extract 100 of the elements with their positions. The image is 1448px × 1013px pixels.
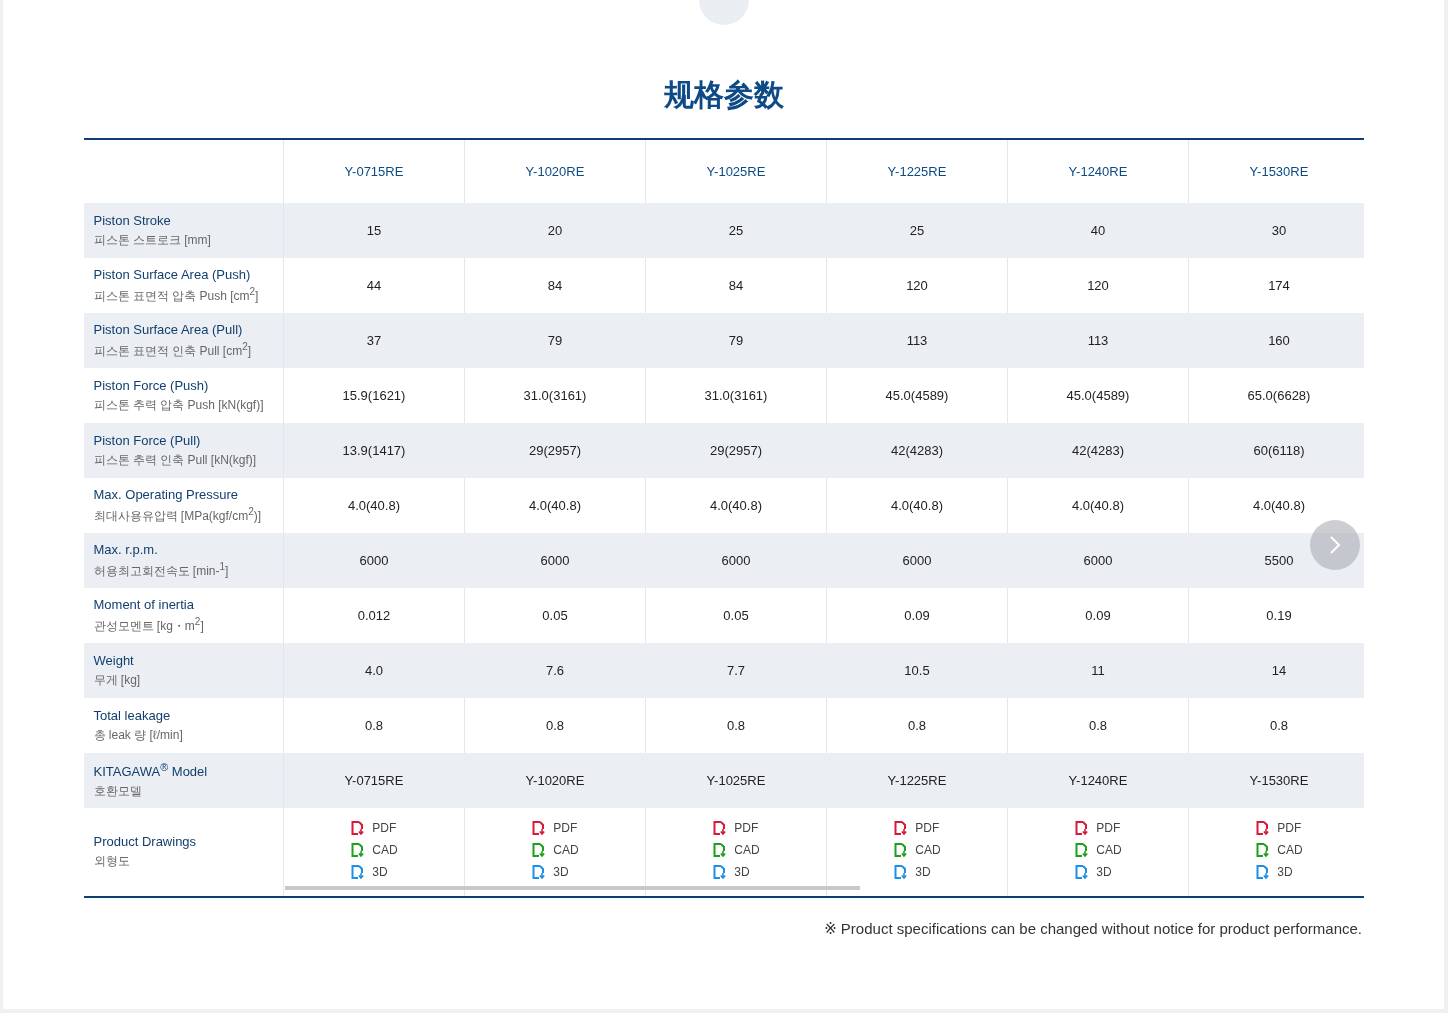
- table-cell: 29(2957): [528, 443, 581, 458]
- table-cell: 0.05: [542, 608, 568, 623]
- table-cell: 0.012: [357, 608, 391, 623]
- table-cell: 4.0: [364, 663, 384, 678]
- file-download-link[interactable]: PDF: [1255, 820, 1302, 836]
- table-cell: 0.8: [726, 718, 746, 733]
- table-cell: 25: [909, 223, 925, 238]
- table-cell: Y-1225RE: [887, 773, 947, 788]
- row-label: KITAGAWA$^{®}$ Model: [93, 760, 208, 780]
- file-download-link[interactable]: 3D: [712, 864, 750, 880]
- table-cell: 5500: [1264, 553, 1294, 568]
- table-cell: 60(6118): [1253, 443, 1305, 458]
- table-cell: 30: [1271, 223, 1287, 238]
- file-download-link[interactable]: 3D: [350, 864, 388, 880]
- table-cell: 6000: [540, 553, 570, 568]
- table-cell: 0.19: [1266, 608, 1292, 623]
- file-download-link[interactable]: CAD: [1074, 842, 1122, 858]
- table-cell: 0.09: [904, 608, 930, 623]
- table-cell: 29(2957): [709, 443, 762, 458]
- table-cell: 14: [1271, 663, 1287, 678]
- table-cell: 4.0(40.8): [528, 498, 581, 513]
- table-cell: 44: [366, 278, 382, 293]
- table-cell: Y-0715RE: [344, 773, 404, 788]
- table-cell: 42(4283): [1071, 443, 1124, 458]
- file-download-link[interactable]: PDF: [1074, 820, 1121, 836]
- table-cell: 20: [547, 223, 563, 238]
- table-cell: 15: [366, 223, 382, 238]
- file-download-link[interactable]: PDF: [893, 820, 940, 836]
- table-cell: 15.9(1621): [342, 388, 406, 403]
- table-cell: 4.0(40.8): [347, 498, 400, 513]
- file-download-link[interactable]: 3D: [1255, 864, 1293, 880]
- row-label: Total leakage: [93, 707, 171, 723]
- file-download-link[interactable]: 3D: [893, 864, 931, 880]
- table-cell: 6000: [721, 553, 751, 568]
- table-cell: 4.0(40.8): [1252, 498, 1305, 513]
- file-download-link[interactable]: PDF: [712, 820, 759, 836]
- row-sublabel: 최대사용유압력 [MPa(kgf/cm$^{2}$)]: [93, 505, 262, 525]
- file-download-link[interactable]: 3D: [1074, 864, 1112, 880]
- row-label: Max. r.p.m.: [93, 541, 158, 557]
- table-cell: Y-1025RE: [706, 773, 766, 788]
- table-cell: Y-1240RE: [1068, 773, 1128, 788]
- next-arrow-button[interactable]: [1309, 520, 1360, 570]
- table-cell: 0.8: [907, 718, 927, 733]
- table-cell: 113: [906, 333, 928, 348]
- table-cell: 84: [728, 278, 744, 293]
- table-cell: 0.8: [1269, 718, 1289, 733]
- file-download-link[interactable]: CAD: [1255, 842, 1303, 858]
- table-cell: 0.05: [723, 608, 749, 623]
- file-download-link[interactable]: CAD: [531, 842, 579, 858]
- table-cell: 6000: [902, 553, 932, 568]
- file-download-link[interactable]: CAD: [350, 842, 398, 858]
- table-cell: 0.8: [1088, 718, 1108, 733]
- table-cell: 7.6: [545, 663, 565, 678]
- table-cell: 79: [547, 333, 563, 348]
- table-cell: 11: [1091, 663, 1105, 678]
- chevron-right-icon: [1327, 535, 1342, 555]
- row-label: Piston Force (Pull): [93, 432, 201, 448]
- table-cell: 45.0(4589): [885, 388, 949, 403]
- file-download-link[interactable]: CAD: [712, 842, 760, 858]
- row-sublabel: 피스톤 추력 압축 Push [kN(kgf)]: [93, 396, 264, 414]
- row-label: Piston Surface Area (Pull): [93, 321, 243, 337]
- table-cell: 4.0(40.8): [1071, 498, 1124, 513]
- table-cell: Y-1530RE: [1249, 773, 1309, 788]
- row-label: Product Drawings: [93, 834, 197, 849]
- table-cell: 0.8: [545, 718, 565, 733]
- row-sublabel: 외형도: [93, 853, 130, 870]
- table-cell: 31.0(3161): [704, 388, 768, 403]
- table-cell: 37: [366, 333, 382, 348]
- table-cell: 174: [1268, 278, 1290, 293]
- table-cell: Y-1020RE: [525, 773, 585, 788]
- row-sublabel: 관성모멘트 [kg・m$^{2}$]: [93, 615, 204, 635]
- file-download-link[interactable]: PDF: [531, 820, 578, 836]
- table-cell: 4.0(40.8): [709, 498, 762, 513]
- row-sublabel: 피스톤 표면적 압축 Push [cm$^{2}$]: [93, 285, 259, 305]
- table-cell: 25: [728, 223, 744, 238]
- table-cell: 160: [1268, 333, 1290, 348]
- file-download-link[interactable]: 3D: [531, 864, 569, 880]
- row-sublabel: 호환모델: [93, 783, 142, 801]
- file-download-link[interactable]: CAD: [893, 842, 941, 858]
- table-cell: 7.7: [726, 663, 746, 678]
- table-cell: 0.8: [364, 718, 384, 733]
- table-cell: 31.0(3161): [523, 388, 587, 403]
- table-cell: 120: [906, 278, 928, 293]
- row-label: Piston Force (Push): [93, 377, 209, 393]
- row-label: Piston Surface Area (Push): [93, 266, 251, 282]
- table-cell: 45.0(4589): [1066, 388, 1130, 403]
- table-cell: 0.09: [1085, 608, 1111, 623]
- table-cell: 84: [547, 278, 563, 293]
- row-sublabel: 허용최고회전속도 [min-$^{1}$]: [93, 560, 229, 580]
- table-cell: 65.0(6628): [1247, 388, 1311, 403]
- footnote: ※ Product specifications can be changed without notice for product performance.: [824, 920, 1362, 938]
- file-download-link[interactable]: PDF: [350, 820, 397, 836]
- table-cell: 120: [1087, 278, 1109, 293]
- table-cell: 79: [728, 333, 744, 348]
- row-sublabel: 피스톤 표면적 인축 Pull [cm$^{2}$]: [93, 340, 252, 360]
- table-cell: 42(4283): [890, 443, 943, 458]
- table-cell: 6000: [359, 553, 389, 568]
- scrollbar-thumb[interactable]: [284, 886, 860, 890]
- table-cell: 113: [1087, 333, 1109, 348]
- row-label: Piston Stroke: [93, 212, 171, 228]
